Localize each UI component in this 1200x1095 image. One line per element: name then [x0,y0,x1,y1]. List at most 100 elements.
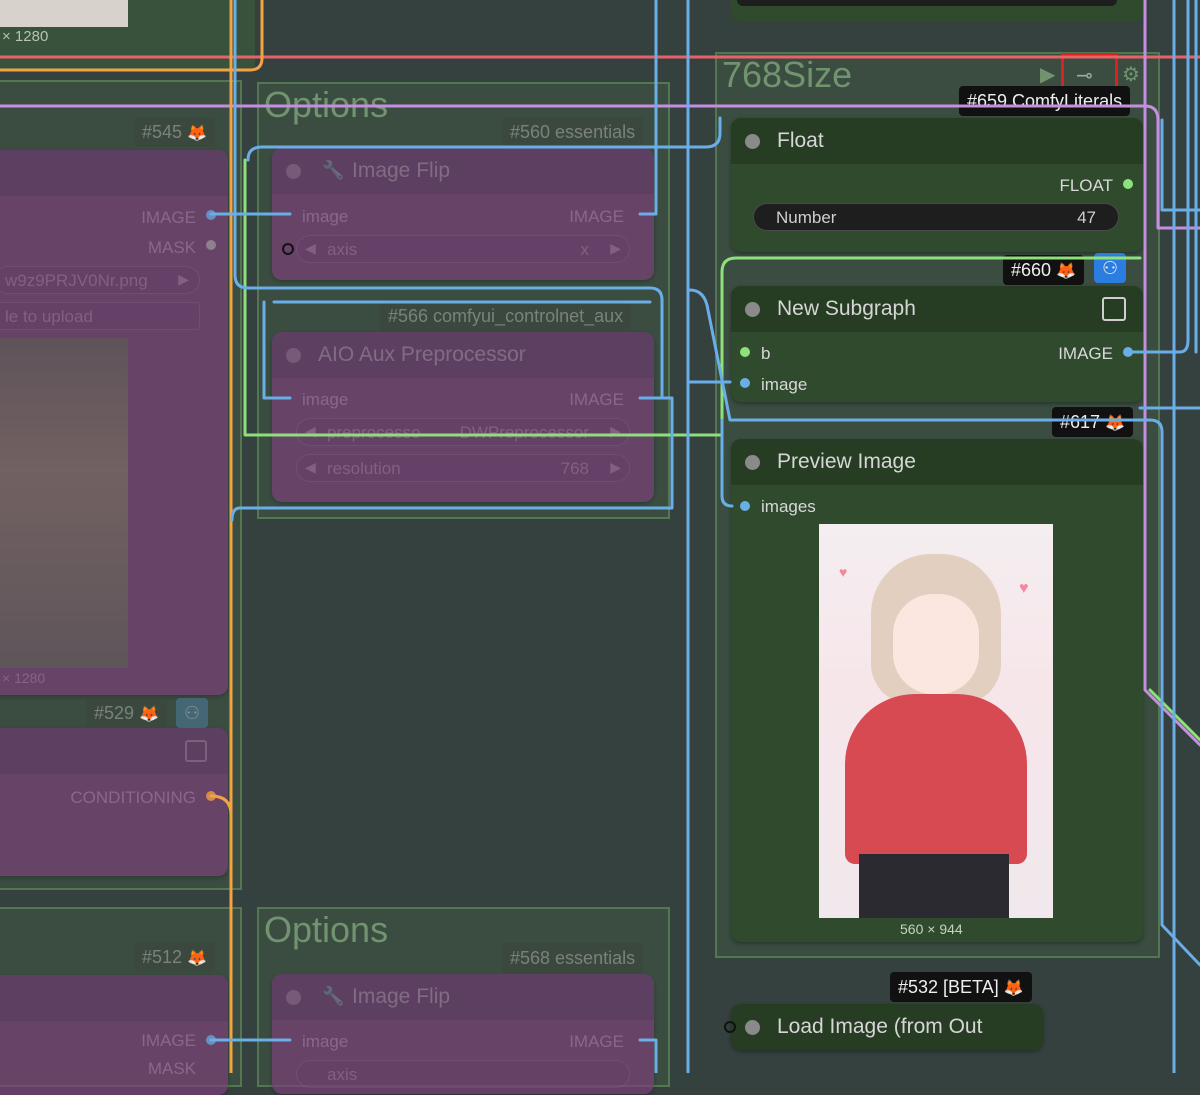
image-flip-node-bottom[interactable]: 🔧 Image Flip image IMAGE axis [272,974,654,1094]
input-image-label: image [302,207,349,226]
upload-button[interactable]: le to upload [0,302,200,330]
node-title: Float [777,129,824,152]
output-image-label: IMAGE [1058,344,1113,363]
input-axis-pin[interactable] [282,243,294,255]
output-float-pin[interactable] [1123,179,1133,189]
fox-icon: 🦊 [187,125,207,142]
preview-image-node[interactable]: Preview Image images ♥ ♥ 560 × 944 [731,439,1143,942]
image-size-label: 560 × 944 [900,921,963,937]
arrow-right-icon[interactable]: ▶ [610,423,621,440]
collapse-dot[interactable] [745,302,760,317]
group-title: Options [264,909,389,950]
new-subgraph-node[interactable]: New Subgraph b image IMAGE [731,286,1143,402]
badge-id: #512 [142,947,183,967]
axis-combo[interactable]: axis [296,1060,630,1088]
badge-id: #529 [94,703,135,723]
resolution-stepper[interactable]: ◀ resolution 768 ▶ [296,454,630,482]
node-529[interactable]: CONDITIONING [0,728,228,876]
arrow-left-icon[interactable]: ◀ [305,240,316,257]
filename-value: w9z9PRJV0Nr.png [5,271,148,290]
node-badge-660: #660 🦊 [1003,255,1084,285]
output-conditioning-pin[interactable] [206,791,216,801]
node-title: Image Flip [352,159,451,182]
output-image-pin[interactable] [1123,347,1133,357]
arrow-right-icon[interactable]: ▶ [610,240,621,257]
input-pin[interactable] [724,1021,736,1033]
output-mask-pin[interactable] [206,240,216,250]
collapse-dot[interactable] [745,134,760,149]
collapse-dot[interactable] [286,990,301,1005]
heart-icon: ♥ [1019,580,1029,597]
expand-subgraph-icon[interactable] [185,740,207,762]
collapse-dot[interactable] [745,455,760,470]
subgraph-badge: ⚇ [176,698,209,728]
play-icon[interactable]: ▶ [1040,62,1055,87]
heart-icon: ♥ [839,564,848,580]
node-badge-545: #545 🦊 [134,117,215,147]
node-512[interactable]: IMAGE MASK [0,975,228,1095]
node-badge-617: #617 🦊 [1052,407,1133,437]
float-node[interactable]: Float FLOAT Number 47 [731,118,1143,252]
output-image-label: IMAGE [569,390,624,409]
wrench-icon: 🔧 [322,160,345,180]
aio-aux-preprocessor-node[interactable]: AIO Aux Preprocessor image IMAGE ◀ prepr… [272,332,654,502]
input-b-pin[interactable] [740,347,750,357]
top-right-node-fragment[interactable] [731,0,1143,22]
group-badge-568: #568 essentials [502,943,644,973]
output-image-label: IMAGE [569,1032,624,1051]
load-image-from-outputs-node[interactable]: Load Image (from Out [731,1004,1043,1050]
badge-id: #545 [142,122,183,142]
output-conditioning-label: CONDITIONING [70,788,196,807]
preprocessor-value: DWPreprocessor [459,423,589,442]
badge-id: #617 [1060,412,1101,432]
settings-icon[interactable]: ⚙ [1122,62,1140,87]
node-title: Load Image (from Out [777,1015,983,1038]
preview-image[interactable]: ♥ ♥ [819,524,1053,918]
output-mask-label: MASK [147,238,196,257]
node-header [0,975,228,1021]
fox-icon: 🦊 [1056,263,1076,280]
node-header [0,150,228,196]
output-image-pin[interactable] [206,1035,216,1045]
preprocessor-combo[interactable]: ◀ preprocesso DWPreprocessor ▶ [296,418,630,446]
input-images-label: images [761,497,816,516]
image-flip-node-top[interactable]: 🔧 Image Flip image IMAGE ◀ axis x ▶ [272,148,654,280]
arrow-right-icon[interactable]: ▶ [178,271,189,288]
input-image-label: image [302,1032,349,1051]
output-image-label: IMAGE [141,1031,196,1050]
arrow-right-icon[interactable]: ▶ [610,459,621,476]
node-badge-532: #532 [BETA] 🦊 [890,972,1032,1002]
input-b-label: b [761,344,771,363]
output-mask-label: MASK [147,1059,196,1078]
arrow-left-icon[interactable]: ◀ [305,459,316,476]
filename-combo[interactable]: w9z9PRJV0Nr.png ▶ [0,266,200,294]
group-badge-659: #659 ComfyLiterals [959,86,1131,116]
axis-combo[interactable]: ◀ axis x ▶ [296,235,630,263]
image-size-label: × 1280 [2,28,49,45]
node-title: Image Flip [352,985,451,1008]
load-image-node-545[interactable]: IMAGE MASK w9z9PRJV0Nr.png ▶ le to uploa… [0,150,228,695]
expand-subgraph-icon[interactable] [1102,297,1126,321]
arrow-left-icon[interactable]: ◀ [305,423,316,440]
character-skirt [859,854,1009,918]
output-image-label: IMAGE [569,207,624,226]
number-value: 47 [1077,208,1096,227]
subgraph-badge: ⚇ [1094,253,1127,283]
output-image-pin[interactable] [206,210,216,220]
node-title: Preview Image [777,450,916,473]
output-float-label: FLOAT [1059,176,1113,195]
character-hoodie [845,694,1027,864]
resolution-label: resolution [327,459,401,478]
node-title: New Subgraph [777,297,916,320]
wrench-icon: 🔧 [322,986,345,1006]
collapse-dot[interactable] [286,164,301,179]
image-preview [0,338,128,668]
input-image-pin[interactable] [740,378,750,388]
input-images-pin[interactable] [740,501,750,511]
collapse-dot[interactable] [745,1020,760,1035]
subgraph-icon: ⚇ [184,703,201,723]
collapse-dot[interactable] [286,348,301,363]
fox-icon: 🦊 [1105,415,1125,432]
axis-label: axis [327,1065,358,1084]
number-input[interactable]: Number 47 [753,203,1119,231]
